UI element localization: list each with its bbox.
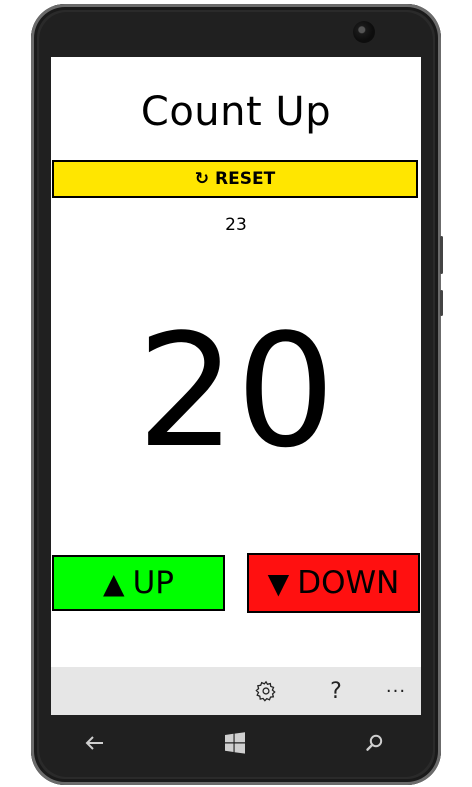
windows-logo-icon: [225, 732, 245, 754]
more-button[interactable]: ···: [381, 677, 411, 705]
gear-icon: [255, 680, 276, 702]
reset-button[interactable]: ↻ RESET: [52, 160, 418, 198]
app-screen: Count Up ↻ RESET 23 20 ▲ UP ▼ DOWN ? ···: [51, 57, 421, 715]
back-arrow-icon: [85, 736, 103, 750]
help-button[interactable]: ?: [321, 677, 351, 705]
refresh-icon: ↻: [194, 169, 210, 189]
up-arrow-icon: ▲: [103, 566, 125, 600]
down-arrow-icon: ▼: [267, 566, 290, 600]
front-camera: [353, 21, 375, 43]
search-button[interactable]: [360, 728, 390, 758]
question-icon: ?: [330, 678, 342, 704]
up-label: UP: [132, 565, 174, 601]
reset-label: RESET: [215, 169, 276, 189]
up-button[interactable]: ▲ UP: [52, 555, 225, 611]
settings-button[interactable]: [251, 677, 281, 705]
search-icon: [366, 734, 383, 751]
current-count: 20: [136, 300, 336, 482]
back-button[interactable]: [80, 728, 110, 758]
ellipsis-icon: ···: [385, 680, 407, 702]
start-button[interactable]: [220, 728, 250, 758]
total-count: 23: [225, 215, 247, 235]
power-button: [440, 290, 443, 316]
down-button[interactable]: ▼ DOWN: [247, 553, 420, 613]
app-bar: ? ···: [51, 667, 421, 715]
down-label: DOWN: [297, 565, 400, 601]
page-title: Count Up: [140, 89, 332, 135]
volume-button: [440, 236, 443, 274]
